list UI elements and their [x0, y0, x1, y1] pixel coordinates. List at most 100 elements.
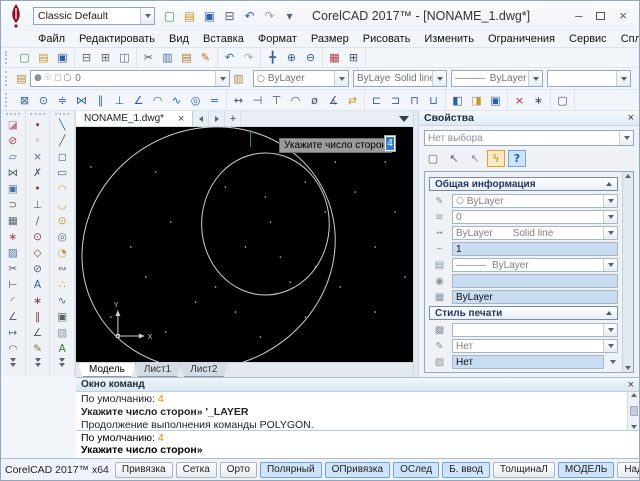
edit-polyline-icon[interactable]: ◠: [3, 341, 23, 357]
property-material[interactable]: ByLayer: [452, 290, 618, 304]
close-button[interactable]: ×: [619, 10, 627, 22]
etrack-toggle[interactable]: ОСлед: [393, 462, 439, 478]
annotation-dropdown[interactable]: Надпись: [617, 462, 639, 478]
properties-close-icon[interactable]: ×: [628, 112, 634, 124]
property-linetype-scale[interactable]: 1: [452, 242, 618, 256]
menu-item-4[interactable]: Формат: [251, 32, 304, 46]
print-preview-icon[interactable]: ◫: [116, 49, 133, 66]
polar-toggle[interactable]: Полярный: [260, 462, 322, 478]
layer-selector[interactable]: ●☉◻○ 0: [30, 70, 230, 87]
sides-input[interactable]: 4: [384, 135, 396, 152]
property-layer[interactable]: 0: [452, 210, 618, 224]
scroll-thumb[interactable]: [630, 406, 638, 416]
deselect-entities-icon[interactable]: ↖: [466, 150, 484, 167]
redo-icon[interactable]: ↷: [261, 8, 278, 25]
snap-center-icon[interactable]: ⊙: [28, 229, 48, 245]
scroll-down-icon[interactable]: [631, 425, 637, 429]
parallel-constraint-icon[interactable]: ∥: [92, 92, 109, 109]
offset-icon[interactable]: ⊃: [3, 197, 23, 213]
lineweight-toggle[interactable]: ТолщинаЛ: [493, 462, 555, 478]
open-icon[interactable]: ▤: [35, 49, 52, 66]
property-color[interactable]: ○ ByLayer: [452, 194, 618, 208]
midpoint-constraint-icon[interactable]: ≑: [54, 92, 71, 109]
minimize-button[interactable]: –: [575, 10, 582, 22]
paste-icon[interactable]: ▤: [178, 49, 195, 66]
grid-toggle[interactable]: Сетка: [176, 462, 217, 478]
scroll-up-icon[interactable]: [631, 393, 637, 397]
select-matching-icon[interactable]: ▢: [424, 150, 442, 167]
more-buttons-chevron-icon[interactable]: [59, 358, 65, 367]
more-buttons-chevron-icon[interactable]: [35, 358, 41, 367]
symmetric-constraint-icon[interactable]: ⋈: [73, 92, 90, 109]
point-series-icon[interactable]: ∴: [52, 277, 72, 293]
undo-icon[interactable]: ↶: [221, 49, 238, 66]
stretch-icon[interactable]: ↦: [3, 325, 23, 341]
sheet-tab-1[interactable]: Лист1: [133, 363, 182, 377]
rectangle-icon[interactable]: ▭: [52, 165, 72, 181]
clean-screen-icon[interactable]: ▢: [554, 92, 571, 109]
concentric-constraint-icon[interactable]: ◎: [187, 92, 204, 109]
sheet-tab-2[interactable]: Лист2: [179, 363, 228, 377]
snap-midpoint-icon[interactable]: •: [28, 181, 48, 197]
layer-preview-icon[interactable]: ▥: [230, 70, 247, 87]
line-icon[interactable]: ╲: [52, 117, 72, 133]
esnap-toggle[interactable]: ОПривязка: [325, 462, 390, 478]
pan-icon[interactable]: ╋: [264, 49, 281, 66]
fix-constraint-icon[interactable]: ⊠: [16, 92, 33, 109]
diameter-constraint-icon[interactable]: ø: [306, 92, 323, 109]
convert-constraint-icon[interactable]: ⇄: [344, 92, 361, 109]
select-entities-icon[interactable]: ↖: [445, 150, 463, 167]
customize-quickbar-icon[interactable]: ▾: [281, 8, 298, 25]
batch-print-icon[interactable]: ⊞: [97, 49, 114, 66]
ortho-toggle[interactable]: Орто: [220, 462, 257, 478]
distance-constraint-icon[interactable]: ↔: [230, 92, 247, 109]
zoom-dynamic-icon[interactable]: ⊕: [283, 49, 300, 66]
ellipse-arc-icon[interactable]: ◔: [52, 245, 72, 261]
snap-line-icon[interactable]: ∕: [28, 213, 48, 229]
fillet-icon[interactable]: ◜: [3, 293, 23, 309]
unit-system-icon[interactable]: ⊞: [345, 49, 362, 66]
help-icon[interactable]: ?: [508, 150, 526, 167]
snap-endpoint-icon[interactable]: ◦: [28, 133, 48, 149]
angle-constraint-icon[interactable]: ∠: [130, 92, 147, 109]
hide-constraints-icon[interactable]: ⊓: [406, 92, 423, 109]
more-buttons-chevron-icon[interactable]: [10, 358, 16, 367]
hatch-icon[interactable]: ▨: [52, 325, 72, 341]
menu-item-0[interactable]: Файл: [31, 32, 72, 46]
arc-3point-icon[interactable]: ◡: [52, 197, 72, 213]
command-window-close-icon[interactable]: ×: [628, 379, 634, 391]
infinite-line-icon[interactable]: ╱: [52, 133, 72, 149]
maximize-button[interactable]: [596, 10, 605, 22]
constraint-settings-icon[interactable]: ∗: [530, 92, 547, 109]
draw-order-icon[interactable]: ▦: [326, 49, 343, 66]
dim-value-icon[interactable]: ◨: [468, 92, 485, 109]
save-icon[interactable]: ▣: [54, 49, 71, 66]
properties-scrollbar[interactable]: [622, 172, 633, 372]
tab-prev-button[interactable]: [193, 111, 209, 126]
chamfer-icon[interactable]: ∠: [3, 309, 23, 325]
copy-icon[interactable]: ▣: [3, 181, 23, 197]
section-print-style[interactable]: Стиль печати: [429, 306, 618, 320]
menu-item-1[interactable]: Редактировать: [72, 32, 162, 46]
coincident-constraint-icon[interactable]: ⊙: [35, 92, 52, 109]
ellipse-icon[interactable]: ◎: [52, 229, 72, 245]
circle-icon[interactable]: ⊙: [52, 213, 72, 229]
menu-item-2[interactable]: Вид: [162, 32, 196, 46]
command-input[interactable]: По умолчанию: 4 Укажите число сторон»: [76, 431, 639, 458]
lineweight-selector[interactable]: ——— ByLayer: [451, 70, 543, 87]
line-color-selector[interactable]: ○ ByLayer: [253, 70, 349, 87]
menu-item-3[interactable]: Вставка: [196, 32, 251, 46]
layer-manager-icon[interactable]: ▤: [13, 70, 30, 87]
quick-select-icon[interactable]: ϟ: [487, 150, 505, 167]
cut-icon[interactable]: ✂: [140, 49, 157, 66]
command-scrollbar[interactable]: [627, 392, 639, 430]
property-table-attached[interactable]: Нет: [452, 355, 604, 369]
document-tab[interactable]: NONAME_1.dwg* ×: [76, 111, 193, 126]
spiral-icon[interactable]: ∾: [52, 261, 72, 277]
menu-item-7[interactable]: Изменить: [417, 32, 481, 46]
new-drawing-icon[interactable]: ▢: [161, 8, 178, 25]
print-icon[interactable]: ⊟: [78, 49, 95, 66]
dim-expression-icon[interactable]: ▣: [487, 92, 504, 109]
angle-dim-constraint-icon[interactable]: ∡: [325, 92, 342, 109]
snap-angle-icon[interactable]: ∠: [28, 325, 48, 341]
